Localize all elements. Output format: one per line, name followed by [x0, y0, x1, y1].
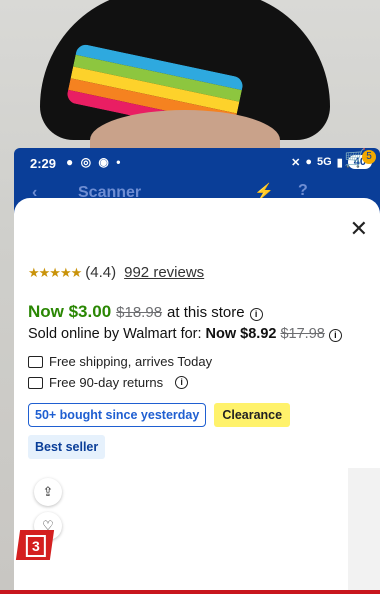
- rating-row: ★★★★★ (4.4) 992 reviews: [28, 264, 204, 281]
- cart-count-badge: 5: [362, 150, 376, 164]
- close-icon[interactable]: ✕: [350, 216, 368, 242]
- product-image-strip: [348, 468, 380, 594]
- badge-row: 50+ bought since yesterday Clearance: [28, 403, 291, 427]
- bought-badge: 50+ bought since yesterday: [28, 403, 207, 427]
- online-now-price: Now $8.92: [205, 326, 277, 342]
- product-sheet: ✕ ★★★★★ (4.4) 992 reviews Now $3.00 $18.…: [14, 198, 380, 594]
- location-icon: ●: [305, 156, 312, 168]
- share-icon[interactable]: ⇪: [34, 478, 62, 506]
- notification-icons: ● ◎ ◉ •: [66, 155, 123, 169]
- was-price: $18.98: [116, 304, 163, 321]
- info-icon[interactable]: i: [328, 329, 342, 342]
- shipping-text: Free shipping, arrives Today: [49, 354, 213, 369]
- returns-row: Free 90-day returns i: [28, 375, 189, 390]
- mute-icon: ✕: [291, 156, 301, 169]
- info-icon[interactable]: i: [249, 308, 263, 321]
- best-seller-badge: Best seller: [28, 435, 106, 459]
- info-icon[interactable]: i: [175, 376, 189, 389]
- return-icon: [28, 376, 43, 389]
- status-time: 2:29: [30, 156, 57, 171]
- online-label: Sold online by Walmart for:: [28, 326, 202, 342]
- online-was-price: $17.98: [280, 326, 325, 342]
- rating-value: (4.4): [85, 264, 117, 281]
- star-rating-icon: ★★★★★: [28, 264, 82, 280]
- signal-icon: ▮: [336, 156, 343, 169]
- network-label: 5G: [317, 156, 332, 168]
- store-price-row: Now $3.00 $18.98 at this store i: [28, 302, 263, 322]
- at-store-label: at this store: [167, 304, 245, 321]
- returns-text: Free 90-day returns: [49, 375, 164, 390]
- status-bar: 2:29 ● ◎ ◉ • ✕ ● 5G ▮ 40: [14, 148, 380, 180]
- number-label-text: 3: [25, 535, 46, 557]
- shipping-row: Free shipping, arrives Today: [28, 354, 212, 369]
- reviews-link[interactable]: 992 reviews: [124, 264, 204, 281]
- online-price-row: Sold online by Walmart for: Now $8.92 $1…: [28, 326, 342, 342]
- clearance-badge: Clearance: [214, 403, 291, 427]
- now-price: Now $3.00: [28, 302, 112, 321]
- bottom-red-bar: [0, 590, 380, 594]
- truck-icon: [28, 355, 43, 368]
- number-overlay-label: 3: [15, 530, 55, 560]
